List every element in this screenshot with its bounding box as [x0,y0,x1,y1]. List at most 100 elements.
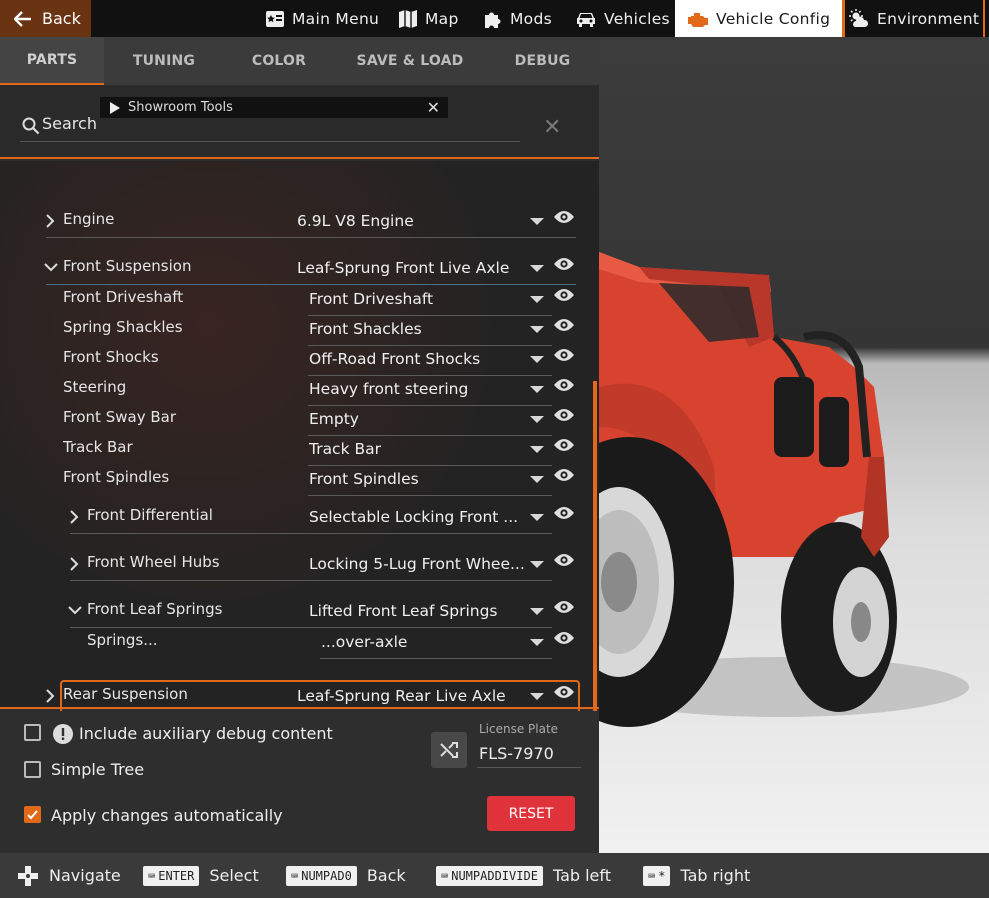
scrollbar[interactable] [593,381,597,711]
eye-icon[interactable] [553,407,575,423]
part-value-select[interactable]: Track Bar [309,440,381,458]
part-row[interactable]: Spring Shackles Front Shackles [0,314,590,346]
part-slot-name: Front Sway Bar [63,408,176,426]
tab-parts[interactable]: PARTS [0,37,104,85]
eye-icon[interactable] [553,347,575,363]
part-row[interactable]: Front Wheel Hubs Locking 5-Lug Front Whee… [0,549,590,581]
part-row[interactable]: Front Leaf Springs Lifted Front Leaf Spri… [0,596,590,628]
hint-tab-right: ⌨ * Tab right [643,853,750,898]
part-value-select[interactable]: Selectable Locking Front ... [309,508,518,526]
eye-icon[interactable] [553,209,575,225]
eye-icon[interactable] [553,467,575,483]
simple-tree-checkbox[interactable] [24,761,41,778]
vehicle-3d-viewport[interactable] [599,37,989,853]
part-row[interactable]: Front Differential Selectable Locking Fro… [0,502,590,534]
back-button[interactable]: Back [0,0,91,37]
nav-vehicle-config[interactable]: Vehicle Config [675,0,846,37]
debug-content-checkbox[interactable] [24,724,41,741]
part-value-select[interactable]: Front Spindles [309,470,419,488]
part-value-select[interactable]: Heavy front steering [309,380,468,398]
part-row[interactable]: Steering Heavy front steering [0,374,590,406]
dropdown-caret-icon[interactable] [530,416,544,423]
part-value-select[interactable]: Leaf-Sprung Front Live Axle [297,259,509,277]
dropdown-caret-icon[interactable] [530,608,544,615]
eye-icon[interactable] [553,287,575,303]
part-row[interactable]: Front Sway Bar Empty [0,404,590,436]
license-plate-input[interactable]: FLS-7970 [479,744,554,763]
part-value-select[interactable]: 6.9L V8 Engine [297,212,414,230]
eye-icon[interactable] [553,256,575,272]
part-row[interactable]: Front Shocks Off-Road Front Shocks [0,344,590,376]
part-row[interactable]: Springs... ...over-axle [0,627,590,659]
part-row[interactable]: Track Bar Track Bar [0,434,590,466]
search-input[interactable]: Search [42,114,97,133]
dropdown-caret-icon[interactable] [530,326,544,333]
randomize-plate-button[interactable] [431,732,467,768]
chevron-down-icon[interactable] [68,606,82,615]
hint-select: ⌨ ENTER Select [143,853,259,898]
shuffle-icon [440,742,458,758]
nav-label: Vehicle Config [716,9,831,28]
reset-button[interactable]: RESET [487,796,575,831]
part-row[interactable]: Front Suspension Leaf-Sprung Front Live A… [0,253,590,285]
dropdown-caret-icon[interactable] [530,476,544,483]
part-value-select[interactable]: Lifted Front Leaf Springs [309,602,498,620]
chevron-right-icon[interactable] [46,689,55,703]
eye-icon[interactable] [553,630,575,646]
chevron-right-icon[interactable] [46,214,55,228]
tab-color[interactable]: COLOR [224,37,334,85]
apply-automatically-checkbox[interactable] [24,806,41,823]
eye-icon[interactable] [553,505,575,521]
tab-debug[interactable]: DEBUG [486,37,599,85]
nav-map[interactable]: Map [398,0,459,37]
tab-tuning[interactable]: TUNING [104,37,224,85]
part-row[interactable]: Front Spindles Front Spindles [0,464,590,496]
nav-mods[interactable]: Mods [483,0,552,37]
nav-label: Vehicles [604,9,670,28]
part-value-select[interactable]: Off-Road Front Shocks [309,350,480,368]
chevron-right-icon[interactable] [70,557,79,571]
part-value-select[interactable]: Front Driveshaft [309,290,433,308]
part-slot-name: Track Bar [63,438,133,456]
top-nav-bar: Back Main Menu Map Mods Vehicles Vehicle… [0,0,989,37]
dropdown-caret-icon[interactable] [530,446,544,453]
chevron-right-icon[interactable] [70,510,79,524]
checkmark-icon [27,810,38,820]
part-row[interactable]: Front Driveshaft Front Driveshaft [0,284,590,316]
nav-main-menu[interactable]: Main Menu [265,0,379,37]
dropdown-caret-icon[interactable] [530,296,544,303]
nav-environment[interactable]: Environment [848,0,979,37]
clear-search-icon[interactable]: ✕ [543,115,561,140]
keyboard-icon: ⌨ [148,868,156,883]
simple-tree-label: Simple Tree [51,760,145,779]
part-slot-name: Front Spindles [63,468,170,486]
key-badge: ⌨ NUMPAD0 [286,865,357,886]
dropdown-caret-icon[interactable] [530,265,544,272]
part-row[interactable]: Engine 6.9L V8 Engine [0,206,590,238]
part-value-select[interactable]: ...over-axle [321,633,407,651]
part-value-select[interactable]: Empty [309,410,359,428]
dropdown-caret-icon[interactable] [530,561,544,568]
chevron-down-icon[interactable] [44,263,58,272]
nav-vehicles[interactable]: Vehicles [575,0,670,37]
row-underline [308,495,552,496]
dropdown-caret-icon[interactable] [530,514,544,521]
tab-save-load[interactable]: SAVE & LOAD [334,37,486,85]
eye-icon[interactable] [553,437,575,453]
dropdown-caret-icon[interactable] [530,386,544,393]
parts-tree: Engine 6.9L V8 Engine Front Suspension Leaf… [0,161,599,716]
row-underline [70,580,552,581]
eye-icon[interactable] [553,552,575,568]
eye-icon[interactable] [553,317,575,333]
eye-icon[interactable] [553,377,575,393]
showroom-tools-bar[interactable]: Showroom Tools ✕ [100,97,448,118]
dropdown-caret-icon[interactable] [530,356,544,363]
dropdown-caret-icon[interactable] [530,218,544,225]
close-icon[interactable]: ✕ [427,98,440,117]
eye-icon[interactable] [553,599,575,615]
keyboard-icon: ⌨ [648,868,656,883]
part-value-select[interactable]: Locking 5-Lug Front Whee... [309,555,525,573]
debug-content-label: Include auxiliary debug content [79,724,333,743]
dropdown-caret-icon[interactable] [530,639,544,646]
part-value-select[interactable]: Front Shackles [309,320,422,338]
